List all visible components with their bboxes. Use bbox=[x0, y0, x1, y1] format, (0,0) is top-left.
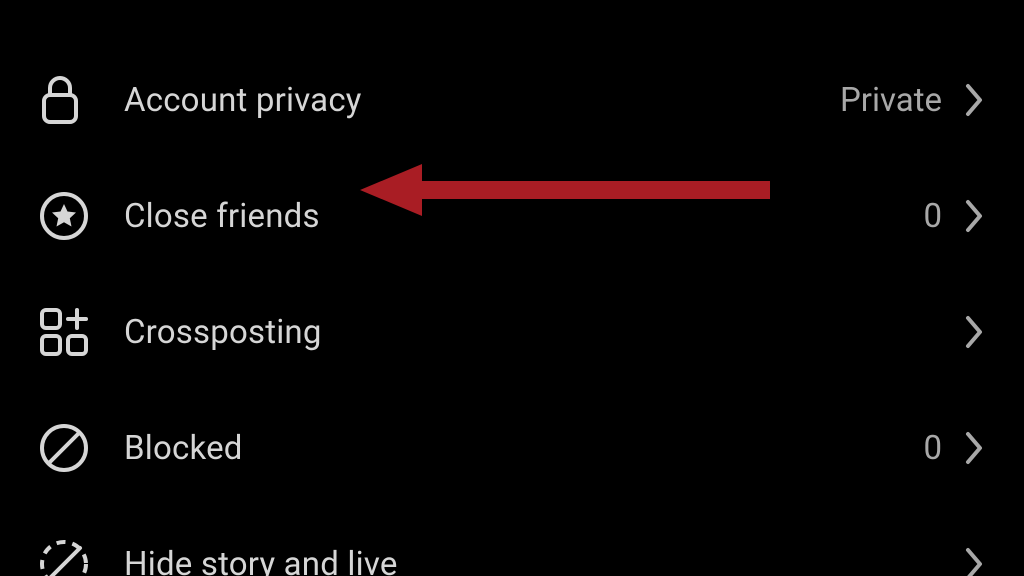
settings-item-crossposting[interactable]: Crossposting bbox=[38, 274, 986, 390]
lock-icon bbox=[38, 74, 124, 126]
hide-story-icon bbox=[38, 538, 124, 576]
chevron-right-icon bbox=[964, 314, 986, 350]
settings-item-account-privacy[interactable]: Account privacy Private bbox=[38, 42, 986, 158]
settings-list: Account privacy Private Close friends 0 bbox=[0, 0, 1024, 576]
chevron-right-icon bbox=[964, 546, 986, 576]
star-circle-icon bbox=[38, 190, 124, 242]
item-label: Close friends bbox=[124, 197, 923, 236]
item-value: 0 bbox=[923, 197, 942, 236]
crosspost-icon bbox=[38, 306, 124, 358]
item-label: Blocked bbox=[124, 429, 923, 468]
settings-item-blocked[interactable]: Blocked 0 bbox=[38, 390, 986, 506]
settings-item-close-friends[interactable]: Close friends 0 bbox=[38, 158, 986, 274]
chevron-right-icon bbox=[964, 198, 986, 234]
item-label: Hide story and live bbox=[124, 545, 964, 576]
chevron-right-icon bbox=[964, 82, 986, 118]
item-label: Account privacy bbox=[124, 81, 840, 120]
block-icon bbox=[38, 422, 124, 474]
item-label: Crossposting bbox=[124, 313, 964, 352]
chevron-right-icon bbox=[964, 430, 986, 466]
item-value: 0 bbox=[923, 429, 942, 468]
settings-item-hide-story-live[interactable]: Hide story and live bbox=[38, 506, 986, 576]
item-value: Private bbox=[840, 81, 942, 120]
